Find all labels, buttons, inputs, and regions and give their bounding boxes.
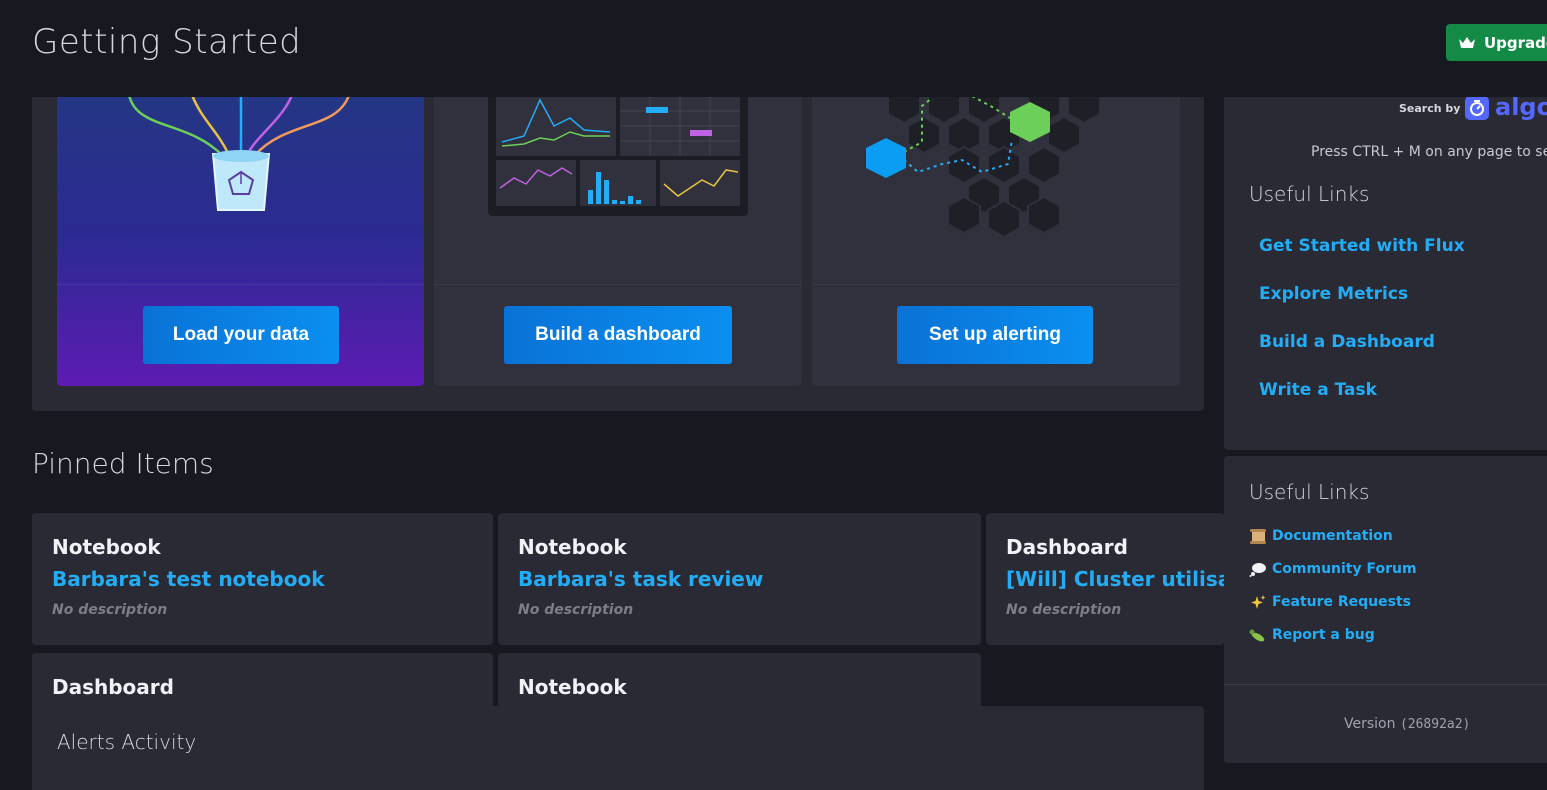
pinned-item-link[interactable]: [Will] Cluster utilisatic <box>1006 567 1224 591</box>
setup-alerting-button[interactable]: Set up alerting <box>897 306 1093 364</box>
link-feature-requests[interactable]: Feature Requests <box>1249 594 1411 610</box>
page-header: Getting Started Upgrade <box>0 0 1547 97</box>
card-divider <box>57 284 424 285</box>
load-data-card: Load your data <box>57 60 424 386</box>
search-links-panel: Search by algoli Press CTRL + M on any p… <box>1224 60 1547 450</box>
page-title: Getting Started <box>32 22 302 62</box>
thought-bubble-icon <box>1249 563 1266 577</box>
resources-divider <box>1224 684 1547 685</box>
pinned-item-description: No description <box>518 602 634 618</box>
pinned-item-card: Notebook Barbara's test notebook No desc… <box>32 513 493 645</box>
pinned-item-card: Notebook Barbara's task review No descri… <box>498 513 981 645</box>
pinned-item-type: Dashboard <box>52 675 174 699</box>
build-dashboard-card: Build a dashboard <box>434 60 802 386</box>
pinned-item-description: No description <box>52 602 168 618</box>
search-by-label: Search by <box>1399 102 1461 115</box>
alerts-activity-panel: Alerts Activity <box>32 706 1204 790</box>
card-divider <box>812 284 1180 285</box>
link-label: Documentation <box>1272 528 1393 544</box>
link-documentation[interactable]: Documentation <box>1249 528 1393 544</box>
pinned-item-type: Notebook <box>518 535 627 559</box>
pinned-item-type: Notebook <box>52 535 161 559</box>
pinned-item-card: Dashboard <box>32 653 493 713</box>
link-label: Community Forum <box>1272 561 1417 577</box>
link-community-forum[interactable]: Community Forum <box>1249 561 1417 577</box>
algolia-brand[interactable]: algoli <box>1495 93 1547 121</box>
link-explore-metrics[interactable]: Explore Metrics <box>1259 284 1408 304</box>
sparkles-icon <box>1251 595 1266 609</box>
pinned-item-card: Notebook <box>498 653 981 713</box>
pinned-items-title: Pinned Items <box>32 447 214 480</box>
link-build-dashboard[interactable]: Build a Dashboard <box>1259 332 1435 352</box>
link-report-bug[interactable]: Report a bug <box>1249 627 1375 643</box>
setup-alerting-card: Set up alerting <box>812 60 1180 386</box>
useful-links-title: Useful Links <box>1249 182 1370 206</box>
version-label: Version <box>1344 716 1396 732</box>
upgrade-label: Upgrade <box>1484 33 1547 52</box>
pinned-item-link[interactable]: Barbara's test notebook <box>52 567 325 591</box>
version-hash: (26892a2) <box>1399 717 1471 732</box>
search-shortcut-hint: Press CTRL + M on any page to sea <box>1311 144 1547 160</box>
upgrade-button[interactable]: Upgrade <box>1446 24 1547 61</box>
resources-panel: Useful Links Documentation Community For… <box>1224 456 1547 763</box>
link-label: Feature Requests <box>1272 594 1411 610</box>
pinned-item-link[interactable]: Barbara's task review <box>518 567 763 591</box>
pinned-item-type: Dashboard <box>1006 535 1128 559</box>
build-dashboard-button[interactable]: Build a dashboard <box>504 306 732 364</box>
alerts-activity-title: Alerts Activity <box>57 730 197 754</box>
link-get-started-flux[interactable]: Get Started with Flux <box>1259 236 1465 256</box>
card-divider <box>434 284 802 285</box>
pinned-item-type: Notebook <box>518 675 627 699</box>
load-data-button[interactable]: Load your data <box>143 306 339 364</box>
pinned-item-description: No description <box>1006 602 1122 618</box>
link-label: Report a bug <box>1272 627 1375 643</box>
version-info: Version (26892a2) <box>1344 716 1470 732</box>
crown-icon <box>1459 36 1475 48</box>
resources-title: Useful Links <box>1249 480 1370 504</box>
bug-icon <box>1249 629 1265 642</box>
pinned-item-card: Dashboard [Will] Cluster utilisatic No d… <box>986 513 1224 645</box>
algolia-logo-icon <box>1465 96 1489 120</box>
scroll-icon <box>1250 529 1266 544</box>
link-write-task[interactable]: Write a Task <box>1259 380 1377 400</box>
